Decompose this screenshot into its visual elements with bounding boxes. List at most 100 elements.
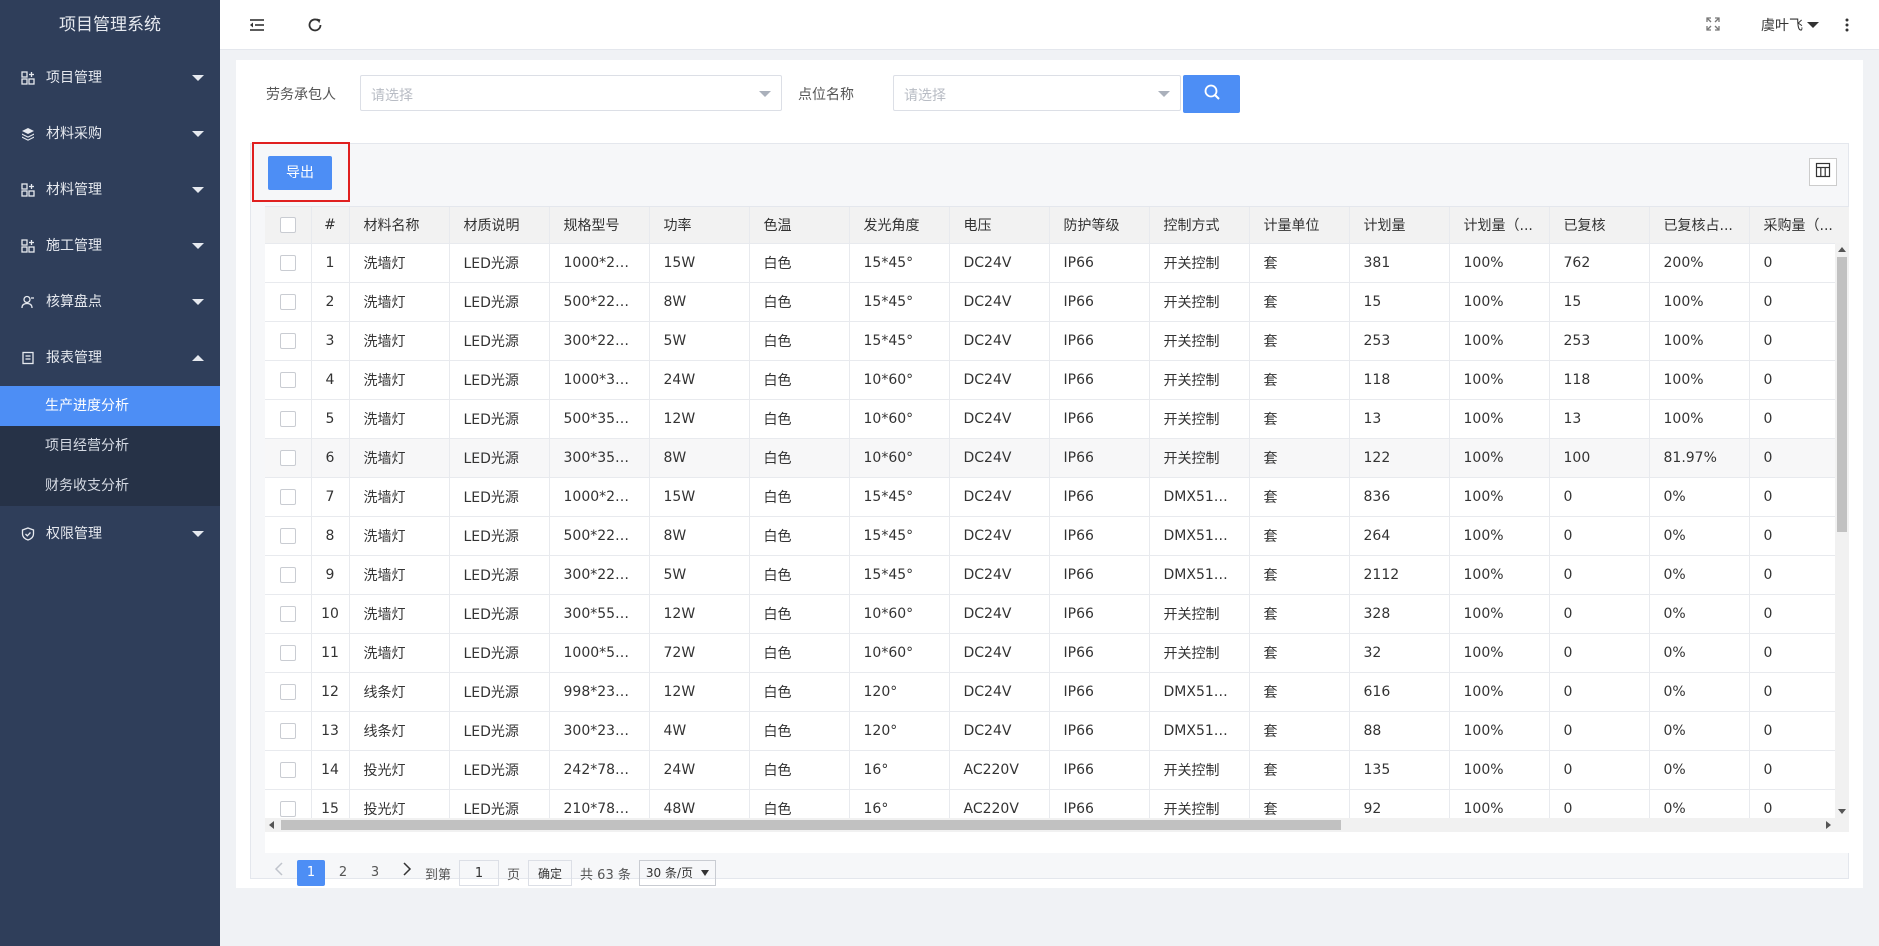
column-header[interactable]: 已复核占... [1649, 207, 1750, 244]
goto-confirm-button[interactable]: 确定 [528, 860, 573, 886]
table-row[interactable]: 13 线条灯 LED光源 300*23*... 4W 白色 120° DC24V IP66 DMX… [265, 711, 1849, 751]
table-cell: 500*22*... [549, 516, 650, 556]
export-button[interactable]: 导出 [268, 156, 332, 190]
table-cell: IP66 [1049, 399, 1150, 439]
sidebar-item-1[interactable]: 项目管理 [0, 50, 220, 106]
table-row[interactable]: 10 洗墙灯 LED光源 300*55*... 12W 白色 10*60° DC24V IP66… [265, 594, 1849, 634]
goto-page-input[interactable]: 1 [459, 860, 500, 886]
page-button[interactable]: 3 [361, 860, 389, 886]
column-header[interactable]: 色温 [749, 207, 850, 244]
table-row[interactable]: 11 洗墙灯 LED光源 1000*55... 72W 白色 10*60° DC24V IP66… [265, 633, 1849, 673]
column-header[interactable]: 计划量 [1349, 207, 1450, 244]
search-button[interactable] [1183, 75, 1240, 113]
fullscreen-icon[interactable] [1706, 17, 1720, 31]
row-checkbox[interactable] [279, 332, 296, 349]
table-cell: 200% [1649, 243, 1750, 283]
table-cell: 81.97% [1649, 438, 1750, 478]
table-cell: 0 [1749, 555, 1849, 595]
sidebar-item-2[interactable]: 材料采购 [0, 106, 220, 162]
sidebar-item-5[interactable]: 核算盘点 [0, 274, 220, 330]
table-row[interactable]: 2 洗墙灯 LED光源 500*22*... 8W 白色 15*45° DC24V IP66 开关… [265, 282, 1849, 322]
sidebar-item-7[interactable]: 权限管理 [0, 506, 220, 562]
table-row[interactable]: 6 洗墙灯 LED光源 300*35*... 8W 白色 10*60° DC24V IP66 开关… [265, 438, 1849, 478]
column-header[interactable]: # [311, 207, 350, 244]
horizontal-scrollbar[interactable] [265, 818, 1849, 832]
column-settings-button[interactable] [1809, 158, 1837, 186]
row-checkbox[interactable] [279, 449, 296, 466]
more-vertical-icon[interactable] [1844, 16, 1850, 34]
menu-collapse-icon[interactable] [248, 16, 266, 34]
row-checkbox[interactable] [279, 488, 296, 505]
horizontal-scroll-thumb[interactable] [281, 820, 1341, 830]
sidebar-item-label: 项目管理 [46, 70, 102, 86]
next-page-button[interactable] [393, 860, 421, 886]
column-header[interactable]: 材质说明 [449, 207, 550, 244]
refresh-icon[interactable] [306, 16, 324, 34]
sidebar-item-3[interactable]: 材料管理 [0, 162, 220, 218]
table-row[interactable]: 5 洗墙灯 LED光源 500*35*... 12W 白色 10*60° DC24V IP66 开… [265, 399, 1849, 439]
row-checkbox[interactable] [279, 722, 296, 739]
chevron-down-icon [192, 531, 204, 537]
chevron-down-icon [1807, 22, 1819, 28]
table-row[interactable]: 1 洗墙灯 LED光源 1000*22... 15W 白色 15*45° DC24V IP66 开… [265, 243, 1849, 283]
row-checkbox[interactable] [279, 371, 296, 388]
column-header[interactable]: 规格型号 [549, 207, 650, 244]
column-header[interactable]: 防护等级 [1049, 207, 1150, 244]
table-cell: IP66 [1049, 750, 1150, 790]
labor-contractor-select[interactable]: 请选择 [360, 75, 782, 111]
table-row[interactable]: 7 洗墙灯 LED光源 1000*22... 15W 白色 15*45° DC24V IP66 D… [265, 477, 1849, 517]
row-checkbox[interactable] [279, 683, 296, 700]
table-row[interactable]: 3 洗墙灯 LED光源 300*22*... 5W 白色 15*45° DC24V IP66 开关… [265, 321, 1849, 361]
column-header[interactable]: 计量单位 [1249, 207, 1350, 244]
table-cell: 投光灯 [349, 750, 450, 790]
row-checkbox[interactable] [279, 527, 296, 544]
column-header[interactable]: 采购量（... [1749, 207, 1849, 244]
table-row[interactable]: 12 线条灯 LED光源 998*23*... 12W 白色 120° DC24V IP66 DM… [265, 672, 1849, 712]
sidebar-item-6[interactable]: 报表管理 [0, 330, 220, 386]
sidebar-item-label: 核算盘点 [46, 294, 102, 310]
row-checkbox[interactable] [279, 605, 296, 622]
row-checkbox[interactable] [279, 761, 296, 778]
scroll-up-icon[interactable] [1838, 247, 1846, 252]
row-checkbox[interactable] [279, 254, 296, 271]
table-row[interactable]: 9 洗墙灯 LED光源 300*22*... 5W 白色 15*45° DC24V IP66 DM… [265, 555, 1849, 595]
column-header[interactable]: 控制方式 [1149, 207, 1250, 244]
row-checkbox[interactable] [279, 644, 296, 661]
table-cell: 洗墙灯 [349, 555, 450, 595]
sidebar-subitem-3[interactable]: 财务收支分析 [0, 466, 220, 506]
column-header[interactable]: 已复核 [1549, 207, 1650, 244]
sidebar-subitem-1[interactable]: 生产进度分析 [0, 386, 220, 426]
sidebar-subitem-2[interactable]: 项目经营分析 [0, 426, 220, 466]
table-cell: 5W [649, 555, 750, 595]
user-menu[interactable]: 虞叶飞 [1761, 15, 1819, 35]
table-cell: 32 [1349, 633, 1450, 673]
table-row[interactable]: 8 洗墙灯 LED光源 500*22*... 8W 白色 15*45° DC24V IP66 DM… [265, 516, 1849, 556]
row-checkbox[interactable] [279, 566, 296, 583]
table-row[interactable]: 14 投光灯 LED光源 242*78*... 24W 白色 16° AC220V IP66 开关… [265, 750, 1849, 790]
table-cell: LED光源 [449, 282, 550, 322]
point-name-select[interactable]: 请选择 [893, 75, 1181, 111]
table-row[interactable]: 4 洗墙灯 LED光源 1000*35... 24W 白色 10*60° DC24V IP66 开… [265, 360, 1849, 400]
column-header[interactable]: 电压 [949, 207, 1050, 244]
scroll-right-icon[interactable] [1826, 821, 1831, 829]
column-header[interactable]: 计划量（... [1449, 207, 1550, 244]
prev-page-button[interactable] [265, 860, 293, 886]
page-button[interactable]: 1 [297, 860, 325, 886]
page-button[interactable]: 2 [329, 860, 357, 886]
column-header[interactable]: 材料名称 [349, 207, 450, 244]
row-select-cell [265, 399, 312, 439]
page-size-select[interactable]: 30 条/页 [638, 860, 716, 886]
vertical-scroll-thumb[interactable] [1837, 257, 1847, 532]
column-header[interactable]: 发光角度 [849, 207, 950, 244]
sidebar-item-4[interactable]: 施工管理 [0, 218, 220, 274]
scroll-down-icon[interactable] [1838, 809, 1846, 814]
column-header[interactable]: 功率 [649, 207, 750, 244]
row-checkbox[interactable] [279, 800, 296, 817]
select-all-checkbox[interactable] [279, 216, 296, 233]
vertical-scrollbar[interactable] [1835, 243, 1849, 818]
table-cell: LED光源 [449, 399, 550, 439]
row-checkbox[interactable] [279, 293, 296, 310]
row-checkbox[interactable] [279, 410, 296, 427]
scroll-left-icon[interactable] [269, 821, 274, 829]
table-cell: 0% [1649, 711, 1750, 751]
